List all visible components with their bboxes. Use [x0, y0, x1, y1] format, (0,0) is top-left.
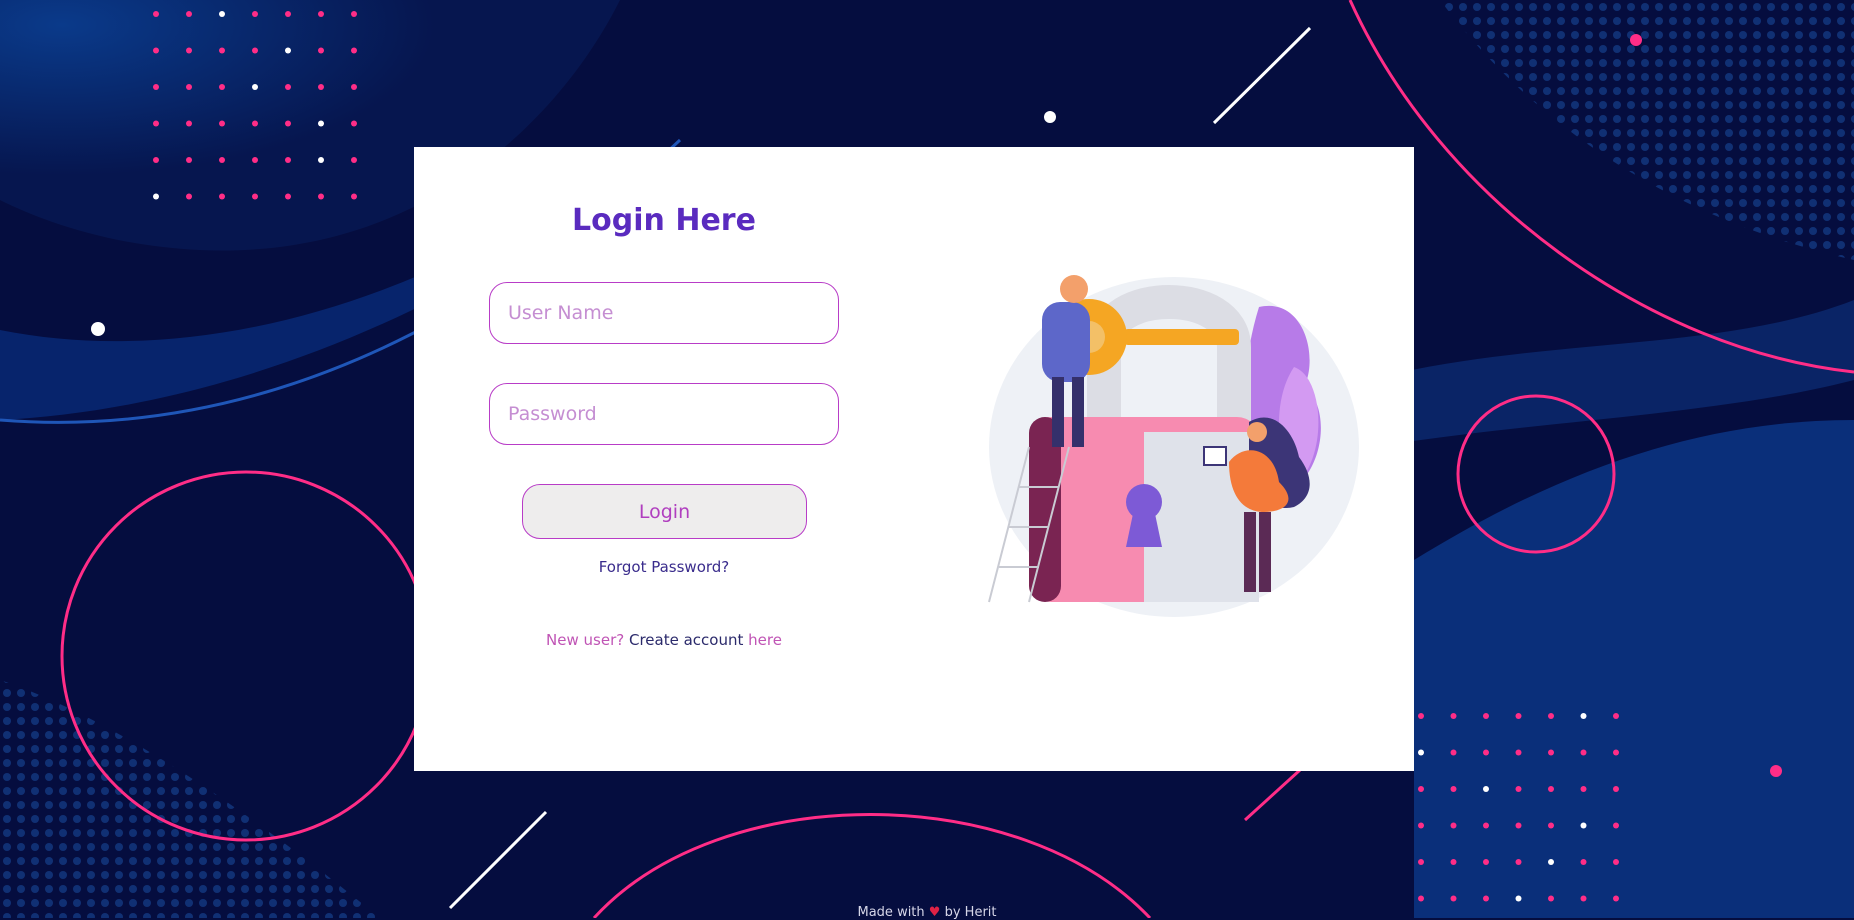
forgot-password-link[interactable]: Forgot Password? — [414, 558, 914, 576]
signup-middle: Create account — [628, 631, 744, 649]
signup-prefix: New user? — [546, 631, 625, 649]
login-button[interactable]: Login — [522, 484, 807, 539]
username-input[interactable] — [489, 282, 839, 344]
login-card: Login Here Login Forgot Password? New us… — [414, 147, 1414, 771]
signup-prompt: New user? Create account here — [414, 631, 914, 649]
password-input[interactable] — [489, 383, 839, 445]
padlock-key-illustration — [988, 275, 1359, 617]
signup-link[interactable]: here — [748, 631, 782, 649]
page-title: Login Here — [572, 203, 756, 238]
